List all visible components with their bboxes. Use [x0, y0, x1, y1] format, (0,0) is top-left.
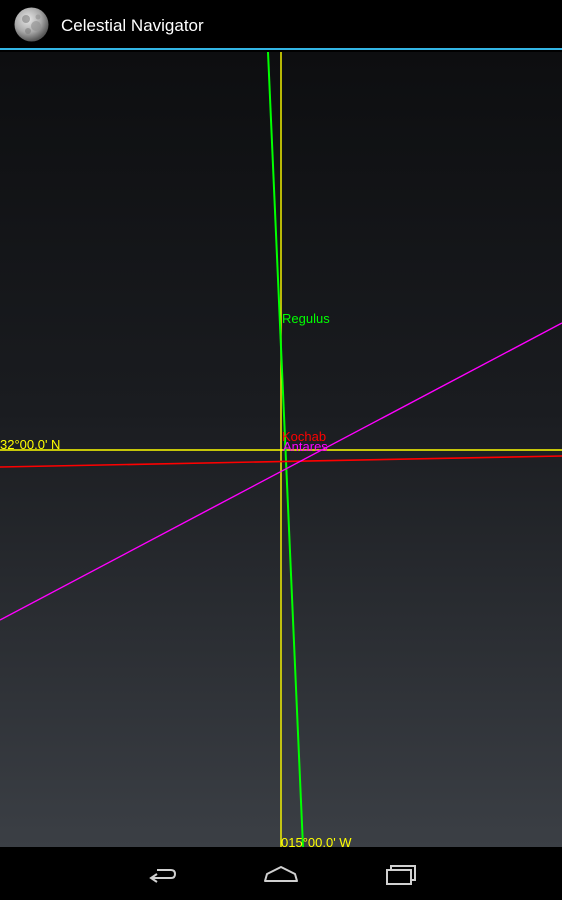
back-button[interactable]	[131, 855, 191, 893]
plotting-sheet[interactable]: Regulus Kochab Antares 32°00.0' N 015°00…	[0, 52, 562, 847]
back-arrow-icon	[149, 869, 177, 883]
action-bar-divider	[0, 48, 562, 50]
latitude-label: 32°00.0' N	[0, 437, 60, 452]
plot-canvas: Regulus Kochab Antares 32°00.0' N 015°00…	[0, 52, 562, 847]
action-bar: Celestial Navigator	[0, 0, 562, 50]
regulus-label: Regulus	[282, 311, 330, 326]
app-title: Celestial Navigator	[61, 16, 204, 35]
recents-icon	[386, 865, 416, 885]
antares-label: Antares	[283, 439, 328, 454]
system-nav-bar	[0, 847, 562, 900]
longitude-label: 015°00.0' W	[281, 835, 352, 847]
home-icon	[264, 866, 298, 882]
recents-button[interactable]	[371, 855, 431, 893]
home-button[interactable]	[251, 855, 311, 893]
moon-icon[interactable]	[13, 6, 50, 43]
